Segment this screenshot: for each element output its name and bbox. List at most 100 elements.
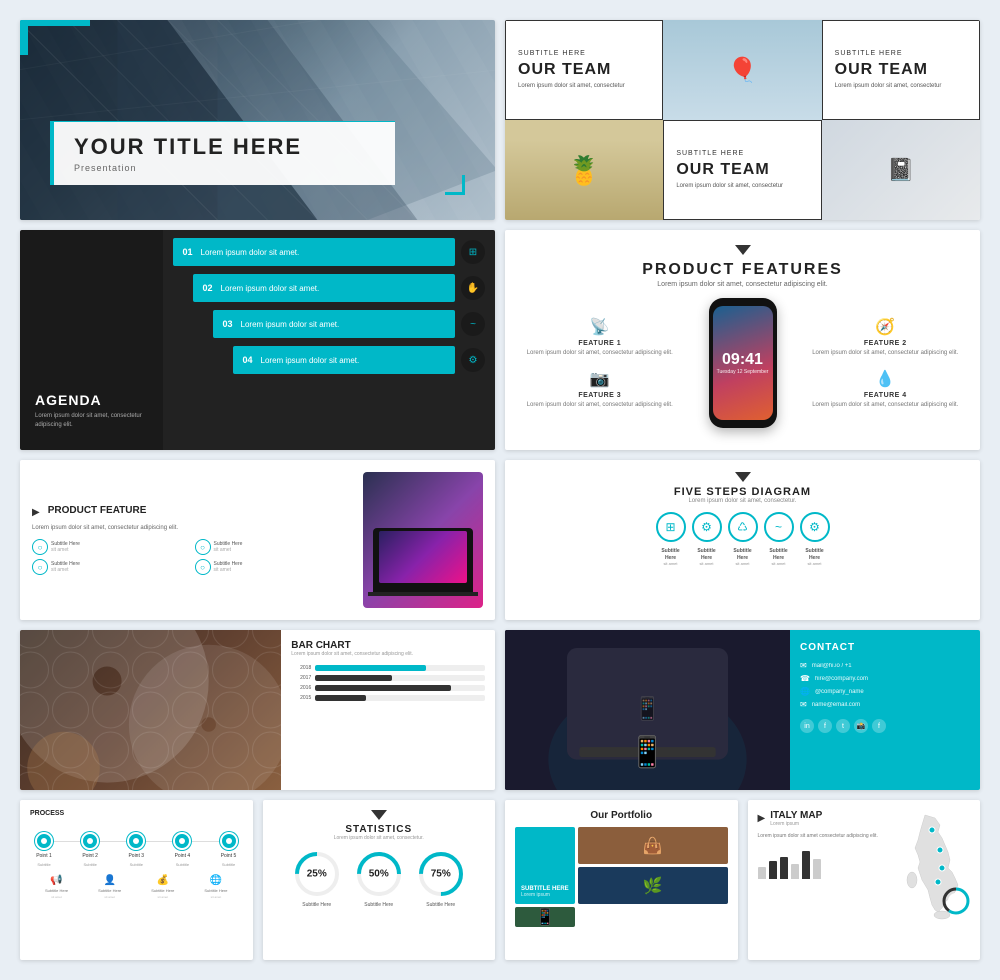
slide-bar-chart: BAR CHART Lorem ipsum dolor sit amet, co… [20, 630, 495, 790]
it-desc: Lorem ipsum dolor sit amet consectetur a… [758, 833, 893, 841]
feature-1: 📡 FEATURE 1 Lorem ipsum dolor sit amet, … [525, 317, 675, 357]
row4: Process Point 1 Subtitle Point 2 Subtitl… [20, 800, 980, 960]
feature-2-icon: 🧭 [811, 317, 961, 337]
bar-chart-content: BAR CHART Lorem ipsum dolor sit amet, co… [281, 630, 495, 790]
contact-icon-4: ✉ [800, 700, 807, 709]
geo-svg [20, 20, 495, 220]
ib-sub-3: sit amet [158, 895, 169, 899]
it-arrow-icon: ▶ [758, 813, 766, 824]
contact-title: CONTACT [800, 642, 970, 653]
ib-sub-1: sit amet [51, 895, 62, 899]
ib-item-1: 📢 Subtitle Here sit amet [45, 875, 68, 899]
port-sub-2: 📱 [515, 907, 575, 927]
ib-sub-4: sit amet [211, 895, 222, 899]
team-title-3: OUR TEAM [676, 161, 808, 179]
slide-product-features: PRODUCT FEATURES Lorem ipsum dolor sit a… [505, 230, 980, 450]
contact-text-1: mail@hi.io / +1 [812, 663, 852, 669]
features-col-left: 📡 FEATURE 1 Lorem ipsum dolor sit amet, … [525, 317, 675, 410]
steps-row: ⊞ ⚙ ♺ ~ ⚙ [517, 512, 968, 542]
agenda-num-4: 04 [243, 355, 253, 365]
contact-icon-3: 🌐 [800, 687, 810, 696]
slide-process: Process Point 1 Subtitle Point 2 Subtitl… [20, 800, 253, 960]
it-col-2 [769, 861, 777, 879]
slide-contact: 📱 CONTACT ✉ mail@hi.io / +1 ☎ hire@compa… [505, 630, 980, 790]
italy-left: ▶ ITALY MAP Lorem ipsum Lorem ipsum dolo… [758, 810, 893, 879]
it-col-6 [813, 859, 821, 879]
feature-4-desc: Lorem ipsum dolor sit amet, consectetur … [811, 401, 961, 409]
it-bar-3 [780, 857, 788, 879]
bar-row-2: 2017 [291, 675, 485, 681]
node-1: Point 1 Subtitle [35, 832, 53, 867]
slide-agenda: AGENDA Lorem ipsum dolor sit amet, conse… [20, 230, 495, 450]
contact-item-3: 🌐 @company_name [800, 687, 970, 696]
node-circle-4 [173, 832, 191, 850]
pf-icons-grid: ○ Subtitle Heresit amet ○ Subtitle Heres… [32, 539, 353, 575]
port-main-sub: Lorem ipsum [521, 892, 569, 898]
slide-title: YOUR TITLE HERE Presentation [20, 20, 495, 220]
it-bar-6 [813, 859, 821, 879]
it-bar-chart [758, 849, 893, 879]
feature-3-desc: Lorem ipsum dolor sit amet, consectetur … [525, 401, 675, 409]
ib-label-4: Subtitle Here [204, 888, 227, 893]
node-5: Point 5 Subtitle [220, 832, 238, 867]
step-4: ~ [764, 512, 794, 542]
diagram-subtitle: Lorem ipsum dolor sit amet, consectetur. [517, 498, 968, 504]
contact-img: 📱 [505, 630, 790, 790]
node-circle-1 [35, 832, 53, 850]
bar-track-3 [315, 685, 485, 691]
pf-desc: Lorem ipsum dolor sit amet, consectetur … [32, 524, 353, 533]
bar-fill-4 [315, 695, 366, 701]
node-sub-4: Subtitle [176, 862, 189, 867]
laptop-img [373, 528, 473, 593]
ib-item-3: 💰 Subtitle Here sit amet [151, 875, 174, 899]
features-layout: 📡 FEATURE 1 Lorem ipsum dolor sit amet, … [525, 298, 960, 428]
node-label-2: Point 2 [82, 853, 98, 859]
agenda-bar-2: 02 Lorem ipsum dolor sit amet. [193, 274, 456, 302]
ib-label-1: Subtitle Here [45, 888, 68, 893]
agenda-right: 01 Lorem ipsum dolor sit amet. ⊞ 02 Lore… [163, 230, 496, 450]
agenda-bar-4: 04 Lorem ipsum dolor sit amet. [233, 346, 456, 374]
contact-icon-1: ✉ [800, 661, 807, 670]
social-facebook: f [818, 719, 832, 733]
phone-screen: 09:41 Tuesday 12 September [713, 306, 773, 420]
steps-labels: Subtitle Heresit amet Subtitle Heresit a… [517, 548, 968, 568]
stat-arrow [273, 810, 486, 820]
pf-icon-circle-3: ○ [32, 559, 48, 575]
it-bar-2 [769, 861, 777, 879]
phone-date: Tuesday 12 September [717, 369, 769, 375]
portfolio-title: Our Portfolio [515, 810, 728, 821]
bar-fill-3 [315, 685, 451, 691]
it-bar-1 [758, 867, 766, 879]
teal-bar-top [20, 20, 90, 26]
feature-3-label: FEATURE 3 [525, 392, 675, 399]
it-col-4 [791, 864, 799, 879]
italy-content: ▶ ITALY MAP Lorem ipsum Lorem ipsum dolo… [758, 810, 971, 950]
node-label-3: Point 3 [128, 853, 144, 859]
agenda-text-1: Lorem ipsum dolor sit amet. [201, 248, 445, 257]
product-feature-left: ▶ PRODUCT FEATURE Lorem ipsum dolor sit … [32, 505, 353, 575]
agenda-num-3: 03 [223, 319, 233, 329]
bar-fill-1 [315, 665, 425, 671]
section-arrow [525, 245, 960, 255]
pineapple-img [505, 120, 663, 220]
port-main: SUBTITLE HERE Lorem ipsum [515, 827, 575, 904]
team-title-2: OUR TEAM [835, 61, 967, 79]
team-grid: SUBTITLE HERE OUR TEAM Lorem ipsum dolor… [505, 20, 980, 220]
pf-icon-3: ○ Subtitle Heresit amet [32, 559, 191, 575]
corner-accent [445, 175, 465, 195]
chart-subtitle: Lorem ipsum dolor sit amet, consectetur … [291, 651, 485, 657]
team-desc-2: Lorem ipsum dolor sit amet, consectetur [835, 82, 967, 90]
step-5: ⚙ [800, 512, 830, 542]
contact-panel: CONTACT ✉ mail@hi.io / +1 ☎ hire@company… [790, 630, 980, 790]
ib-label-2: Subtitle Here [98, 888, 121, 893]
node-label-4: Point 4 [175, 853, 191, 859]
it-bar-5 [802, 851, 810, 879]
svg-text:📱: 📱 [634, 695, 662, 721]
agenda-num-1: 01 [183, 247, 193, 257]
stat-label-3: Subtitle Here [426, 902, 455, 908]
agenda-item-4: 04 Lorem ipsum dolor sit amet. ⚙ [173, 346, 486, 374]
stats-row: 25% Subtitle Here 50% Subtitle Here [273, 849, 486, 908]
feature-1-icon: 📡 [525, 317, 675, 337]
step-label-4: Subtitle Heresit amet [764, 548, 794, 568]
team-subtitle-1: SUBTITLE HERE [518, 50, 650, 57]
